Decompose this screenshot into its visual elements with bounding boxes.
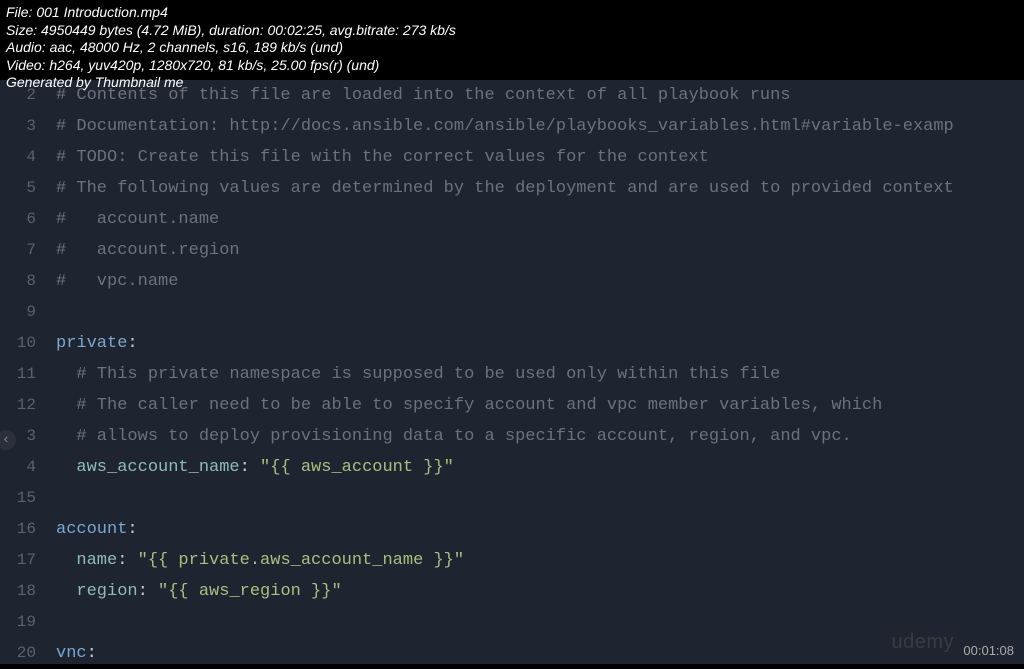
audio-info-line: Audio: aac, 48000 Hz, 2 channels, s16, 1… bbox=[6, 39, 456, 57]
line-number: 17 bbox=[0, 545, 36, 576]
code-line[interactable] bbox=[56, 607, 1024, 638]
token-cm: # Documentation: http://docs.ansible.com… bbox=[56, 117, 954, 136]
code-line[interactable] bbox=[56, 483, 1024, 514]
code-line[interactable]: aws_account_name: "{{ aws_account }}" bbox=[56, 452, 1024, 483]
token-pn: : bbox=[117, 551, 137, 570]
token-pn: : bbox=[240, 458, 260, 477]
token-pn bbox=[56, 458, 76, 477]
code-line[interactable]: # account.region bbox=[56, 235, 1024, 266]
token-kw: account bbox=[56, 520, 127, 539]
code-line[interactable]: # account.name bbox=[56, 204, 1024, 235]
code-line[interactable]: # This private namespace is supposed to … bbox=[56, 359, 1024, 390]
token-pn bbox=[56, 551, 76, 570]
line-number: 11 bbox=[0, 359, 36, 390]
code-line[interactable]: # The caller need to be able to specify … bbox=[56, 390, 1024, 421]
line-number: 4 bbox=[0, 452, 36, 483]
token-str: "{{ aws_account }}" bbox=[260, 458, 454, 477]
size-info-line: Size: 4950449 bytes (4.72 MiB), duration… bbox=[6, 22, 456, 40]
token-ky: aws_account_name bbox=[76, 458, 239, 477]
code-line[interactable]: name: "{{ private.aws_account_name }}" bbox=[56, 545, 1024, 576]
line-number: 16 bbox=[0, 514, 36, 545]
line-number-gutter: 2345678910111234151617181920 bbox=[0, 80, 46, 664]
video-metadata-overlay: File: 001 Introduction.mp4 Size: 4950449… bbox=[6, 4, 456, 92]
line-number: 10 bbox=[0, 328, 36, 359]
brand-watermark: udemy bbox=[891, 631, 954, 654]
token-pn bbox=[56, 582, 76, 601]
line-number: 9 bbox=[0, 297, 36, 328]
code-line[interactable]: # The following values are determined by… bbox=[56, 173, 1024, 204]
line-number: 20 bbox=[0, 638, 36, 669]
line-number: 12 bbox=[0, 390, 36, 421]
token-pn: : bbox=[127, 334, 137, 353]
code-line[interactable] bbox=[56, 297, 1024, 328]
token-str: "{{ aws_region }}" bbox=[158, 582, 342, 601]
token-cm: # vpc.name bbox=[56, 272, 178, 291]
generator-info-line: Generated by Thumbnail me bbox=[6, 74, 456, 92]
line-number: 5 bbox=[0, 173, 36, 204]
line-number: 7 bbox=[0, 235, 36, 266]
line-number: 19 bbox=[0, 607, 36, 638]
code-line[interactable]: # TODO: Create this file with the correc… bbox=[56, 142, 1024, 173]
code-line[interactable]: private: bbox=[56, 328, 1024, 359]
video-timestamp: 00:01:08 bbox=[963, 643, 1014, 658]
token-kw: private bbox=[56, 334, 127, 353]
line-number: 3 bbox=[0, 111, 36, 142]
code-line[interactable]: # vpc.name bbox=[56, 266, 1024, 297]
token-cm: # TODO: Create this file with the correc… bbox=[56, 148, 709, 167]
token-cm: # The following values are determined by… bbox=[56, 179, 954, 198]
token-cm: # account.region bbox=[56, 241, 240, 260]
token-cm: # account.name bbox=[56, 210, 219, 229]
token-ky: region bbox=[76, 582, 137, 601]
code-line[interactable]: vnc: bbox=[56, 638, 1024, 664]
token-pn: : bbox=[87, 644, 97, 663]
token-ky: name bbox=[76, 551, 117, 570]
line-number: 6 bbox=[0, 204, 36, 235]
code-content-area[interactable]: # Contents of this file are loaded into … bbox=[46, 80, 1024, 664]
line-number: 8 bbox=[0, 266, 36, 297]
video-info-line: Video: h264, yuv420p, 1280x720, 81 kb/s,… bbox=[6, 57, 456, 75]
line-number: 18 bbox=[0, 576, 36, 607]
token-str: "{{ private.aws_account_name }}" bbox=[138, 551, 464, 570]
token-kw: vnc bbox=[56, 644, 87, 663]
code-line[interactable]: # allows to deploy provisioning data to … bbox=[56, 421, 1024, 452]
code-line[interactable]: account: bbox=[56, 514, 1024, 545]
token-cm: # This private namespace is supposed to … bbox=[56, 365, 780, 384]
token-pn: : bbox=[138, 582, 158, 601]
file-info-line: File: 001 Introduction.mp4 bbox=[6, 4, 456, 22]
token-cm: # The caller need to be able to specify … bbox=[56, 396, 882, 415]
code-line[interactable]: # Documentation: http://docs.ansible.com… bbox=[56, 111, 1024, 142]
token-pn: : bbox=[127, 520, 137, 539]
line-number: 4 bbox=[0, 142, 36, 173]
code-line[interactable]: region: "{{ aws_region }}" bbox=[56, 576, 1024, 607]
line-number: 15 bbox=[0, 483, 36, 514]
token-cm: # allows to deploy provisioning data to … bbox=[56, 427, 852, 446]
code-editor[interactable]: ‹ 2345678910111234151617181920 # Content… bbox=[0, 80, 1024, 664]
